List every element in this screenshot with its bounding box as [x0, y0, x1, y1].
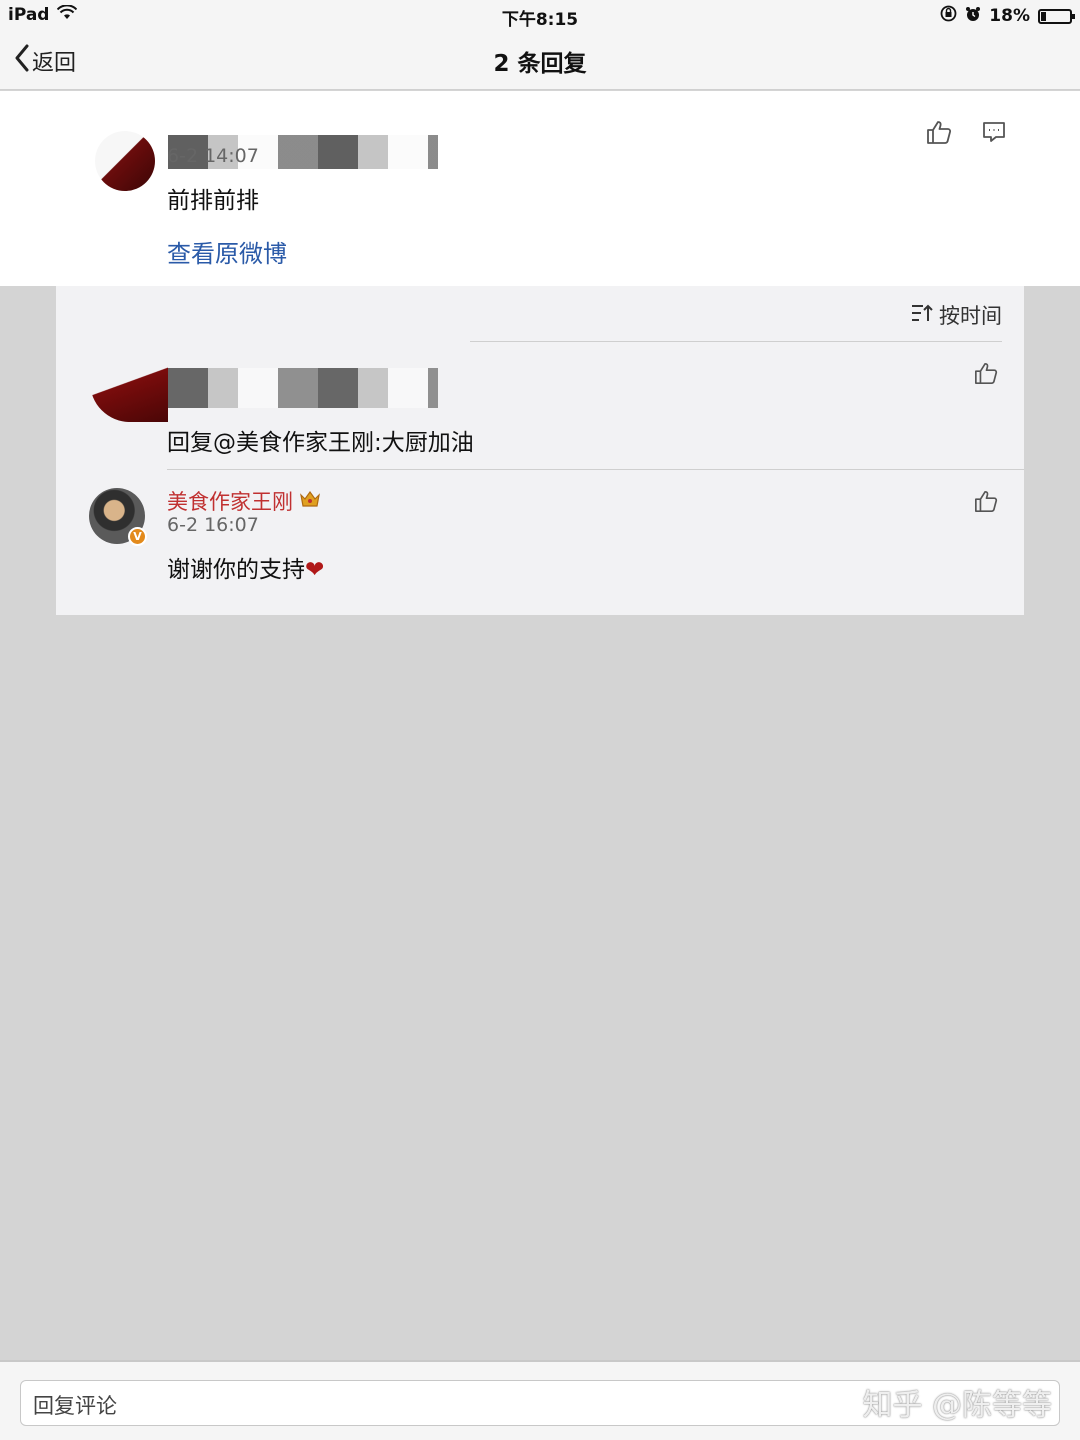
heart-icon: ❤ [305, 557, 325, 583]
divider [167, 469, 1024, 470]
view-original-link[interactable]: 查看原微博 [167, 234, 287, 269]
verified-badge: V [128, 527, 147, 546]
thumbs-up-icon [974, 362, 998, 389]
battery-fill [1041, 11, 1047, 21]
replies-panel: 按时间 回复@美食作家王刚:大厨加油 V 美食作家王刚 6-2 16:07 谢谢… [56, 286, 1024, 615]
avatar[interactable] [95, 131, 155, 191]
comment-time: 6-2 14:07 [167, 145, 259, 167]
comment-button[interactable] [982, 121, 1006, 147]
reply-username[interactable]: 美食作家王刚 [167, 486, 321, 516]
nav-bar: 返回 2 条回复 [0, 30, 1080, 90]
redacted-username [168, 368, 438, 408]
status-bar: iPad 下午8:15 18% [0, 0, 1080, 30]
thumbs-up-icon [974, 490, 998, 517]
avatar[interactable] [90, 366, 168, 422]
reply-time: 6-2 16:07 [167, 514, 259, 536]
page-title: 2 条回复 [493, 51, 587, 77]
battery-percent: 18% [989, 6, 1030, 26]
comment-icon [982, 122, 1006, 147]
status-right: 18% [940, 5, 1075, 27]
reply-content: 回复@美食作家王刚:大厨加油 [167, 430, 474, 456]
battery-icon [1038, 8, 1075, 24]
crown-icon [299, 489, 321, 514]
status-time: 下午8:15 [501, 10, 579, 30]
sort-icon [911, 303, 933, 328]
username-label: 美食作家王刚 [167, 490, 293, 514]
sort-by-time-button[interactable]: 按时间 [911, 300, 1002, 330]
watermark: 知乎 @陈等等 [862, 1388, 1052, 1423]
bottom-bar: 回复评论 知乎 @陈等等 [0, 1360, 1080, 1440]
alarm-icon [965, 6, 981, 27]
sort-label: 按时间 [939, 304, 1002, 328]
reply-content-text: 谢谢你的支持 [167, 557, 305, 583]
original-comment-card: 6-2 14:07 前排前排 查看原微博 [0, 91, 1080, 286]
divider [470, 341, 1002, 342]
comment-content: 前排前排 [167, 188, 259, 214]
like-button[interactable] [926, 119, 952, 149]
thumbs-up-icon [926, 121, 952, 149]
rotation-lock-icon [940, 5, 957, 27]
reply-content: 谢谢你的支持❤ [167, 550, 324, 584]
like-button[interactable] [974, 361, 998, 389]
like-button[interactable] [974, 489, 998, 517]
